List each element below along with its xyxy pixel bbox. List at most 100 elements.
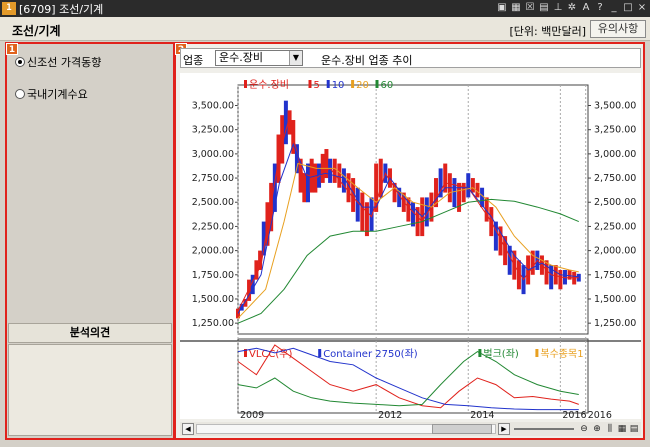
save-icon[interactable]: ▣ [496,1,508,15]
candle [369,197,374,232]
y-tick-label-left: 3,250.00 [192,125,234,136]
font-icon[interactable]: A [580,1,592,15]
index-legend-swatch [535,349,539,357]
candle [360,192,365,232]
scroll-left-button[interactable]: ◀ [182,423,194,435]
candle [332,158,337,183]
scroll-thumb[interactable] [432,424,492,434]
help-icon[interactable]: ? [594,1,606,15]
y-tick-label-left: 1,500.00 [192,294,234,305]
scroll-right-button[interactable]: ▶ [498,423,510,435]
candle [302,173,307,203]
candle [355,187,360,222]
legend-label: 운수.장비 [249,79,289,91]
option-newbuild-price[interactable]: 신조선 가격동향 [15,54,101,70]
x-tick-label: 2016 [562,410,586,419]
chart-scrollbar[interactable]: ◀ ▶ ⊖ ⊕ ⫼ ▦ ▤ [180,422,641,436]
candle [461,182,466,203]
zoom-out-icon[interactable]: ⊖ [578,423,590,435]
settings-icon[interactable]: ✲ [566,1,578,15]
index-legend-label: Container 2750(좌) [323,348,418,360]
legend-swatch [375,80,379,88]
print-icon[interactable]: ▤ [628,423,640,435]
y-tick-label-left: 2,750.00 [192,173,234,184]
image-icon[interactable]: ▤ [538,1,550,15]
x-tick-label: 2016 [588,410,612,419]
sector-select-value: 운수.장비 [219,51,263,64]
legend-swatch [326,80,330,88]
legend-label: 5 [314,80,320,91]
unit-label: [단위: 백만달러] [509,25,586,38]
candle [452,178,457,208]
sector-label: 업종 [183,54,204,67]
option-domestic-machinery-label: 국내기계수요 [27,88,88,101]
radio-domestic-machinery[interactable] [15,89,25,99]
opinion-title: 분석의견 [8,323,172,343]
candle [470,178,475,193]
right-panel: 2 업종 운수.장비 ▼ 운수.장비 업종 추이 3,500.003,500.0… [174,42,645,440]
y-tick-label-left: 2,000.00 [192,246,234,257]
candle [337,163,342,188]
notice-button[interactable]: 유의사항 [590,20,646,38]
legend-swatch [351,80,355,88]
close-icon[interactable]: × [636,1,648,15]
candle [558,269,563,290]
y-tick-label-right: 2,500.00 [594,197,636,208]
legend-swatch [244,80,247,88]
y-tick-label-right: 3,250.00 [594,125,636,136]
left-panel: 1 신조선 가격동향 국내기계수요 분석의견 [5,42,175,440]
zoom-in-icon[interactable]: ⊕ [591,423,603,435]
y-tick-label-left: 1,750.00 [192,270,234,281]
page-title: 조선/기계 [12,24,61,38]
y-tick-label-right: 1,250.00 [594,318,636,329]
chevron-down-icon[interactable]: ▼ [289,51,302,65]
pin-icon[interactable]: ⊥ [552,1,564,15]
x-tick-label: 2014 [470,410,494,419]
app-icon: 1 [2,2,16,15]
y-tick-label-right: 2,750.00 [594,173,636,184]
y-tick-label-right: 2,000.00 [594,246,636,257]
radio-newbuild-price[interactable] [15,57,25,67]
window-title: [6709] 조선/기계 [19,2,104,16]
x-tick-label: 2012 [378,410,402,419]
trend-title: 운수.장비 업종 추이 [321,54,413,67]
candle [306,163,310,203]
candle [553,265,558,285]
legend-label: 60 [381,80,394,91]
y-tick-label-left: 3,500.00 [192,101,234,112]
sector-select[interactable]: 운수.장비 ▼ [215,50,303,66]
y-tick-label-right: 3,000.00 [594,149,636,160]
legend-swatch [308,80,312,88]
opinion-body [8,344,172,436]
chart-controls: 업종 운수.장비 ▼ 운수.장비 업종 추이 [180,48,641,68]
y-tick-label-left: 3,000.00 [192,149,234,160]
y-tick-label-right: 1,750.00 [594,270,636,281]
chart-area[interactable]: 3,500.00 3,500.00 3,250.00 3,250.00 3,000.00… [180,73,641,419]
ma-line-20 [237,162,579,319]
index-legend-swatch [318,349,322,357]
titlebar-icons: ▣ ▦ ☒ ▤ ⊥ ✲ A ? _ □ × [496,1,648,15]
close-box-icon[interactable]: ☒ [524,1,536,15]
y-tick-label-right: 3,500.00 [594,101,636,112]
minimize-icon[interactable]: _ [608,1,620,15]
bars-icon[interactable]: ⫼ [604,423,616,435]
y-tick-label-right: 2,250.00 [594,221,636,232]
candle [283,100,288,145]
index-legend-label: 복수종목1 [540,348,583,360]
option-domestic-machinery[interactable]: 국내기계수요 [15,86,88,102]
y-tick-label-right: 1,500.00 [594,294,636,305]
y-tick-label-left: 2,500.00 [192,197,234,208]
maximize-icon[interactable]: □ [622,1,634,15]
legend-label: 10 [332,80,345,91]
page-header: 조선/기계 [단위: 백만달러] 유의사항 [0,17,650,41]
legend-label: 20 [356,80,369,91]
candle [466,173,471,198]
window-titlebar: 1 [6709] 조선/기계 ▣ ▦ ☒ ▤ ⊥ ✲ A ? _ □ × [0,0,650,17]
zoom-slider[interactable] [514,428,574,430]
grid-icon[interactable]: ▦ [616,423,628,435]
option-newbuild-price-label: 신조선 가격동향 [27,56,102,69]
ma-line-10 [237,142,579,314]
y-tick-label-left: 1,250.00 [192,318,234,329]
keyboard-icon[interactable]: ▦ [510,1,522,15]
chart-svg[interactable]: 3,500.00 3,500.00 3,250.00 3,250.00 3,000.00… [180,73,641,419]
